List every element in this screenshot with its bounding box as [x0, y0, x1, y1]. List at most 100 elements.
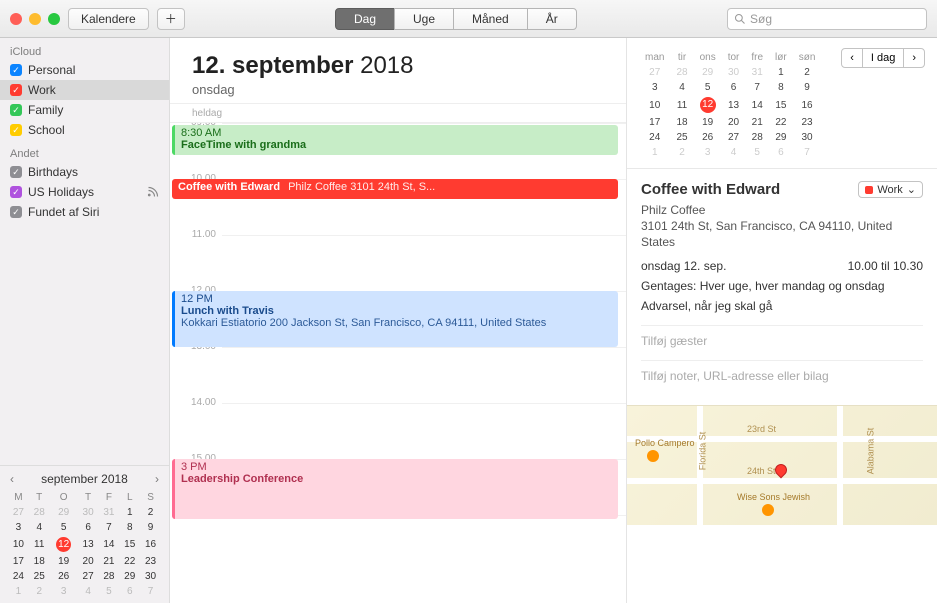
event-location[interactable]: Philz Coffee 3101 24th St, San Francisco… [641, 202, 923, 251]
mini-next-button[interactable]: › [153, 472, 161, 486]
today-button[interactable]: I dag [862, 48, 904, 68]
minimize-icon[interactable] [29, 13, 41, 25]
mini-day[interactable]: 27 [722, 130, 746, 145]
event-map[interactable]: 23rd St 24th St Alabama St Florida St Po… [627, 405, 937, 525]
mini-day[interactable]: 3 [8, 520, 29, 535]
mini-day[interactable]: 6 [119, 584, 140, 599]
mini-day[interactable]: 30 [793, 130, 822, 145]
mini-day[interactable]: 7 [745, 80, 769, 95]
mini-day[interactable]: 17 [639, 115, 670, 130]
mini-day[interactable]: 14 [99, 535, 120, 554]
close-icon[interactable] [10, 13, 22, 25]
mini-day[interactable]: 21 [745, 115, 769, 130]
mini-day[interactable]: 24 [8, 569, 29, 584]
mini-day[interactable]: 1 [119, 505, 140, 520]
sidebar-item-birthdays[interactable]: ✓Birthdays [0, 162, 169, 182]
search-input[interactable]: Søg [727, 8, 927, 30]
sidebar-item-work[interactable]: ✓Work [0, 80, 169, 100]
mini-day[interactable]: 30 [78, 505, 99, 520]
mini-day[interactable]: 20 [722, 115, 746, 130]
mini-day[interactable]: 2 [140, 505, 161, 520]
calendars-button[interactable]: Kalendere [68, 8, 149, 30]
mini-day[interactable]: 25 [29, 569, 50, 584]
mini-day[interactable]: 14 [745, 95, 769, 115]
event-title[interactable]: Coffee with Edward [641, 181, 780, 198]
mini-day[interactable]: 8 [769, 80, 793, 95]
view-week[interactable]: Uge [394, 8, 454, 30]
mini-day[interactable]: 30 [722, 65, 746, 80]
view-month[interactable]: Måned [453, 8, 528, 30]
mini-day[interactable]: 6 [769, 145, 793, 160]
mini-day[interactable]: 29 [769, 130, 793, 145]
mini-day[interactable]: 28 [745, 130, 769, 145]
mini-day[interactable]: 4 [29, 520, 50, 535]
insp-next-button[interactable]: › [903, 48, 925, 68]
mini-day[interactable]: 27 [78, 569, 99, 584]
fullscreen-icon[interactable] [48, 13, 60, 25]
mini-day[interactable]: 16 [140, 535, 161, 554]
mini-day[interactable]: 22 [119, 554, 140, 569]
mini-day[interactable]: 5 [99, 584, 120, 599]
mini-day[interactable]: 11 [670, 95, 693, 115]
mini-day[interactable]: 1 [8, 584, 29, 599]
mini-day[interactable]: 18 [29, 554, 50, 569]
mini-day[interactable]: 15 [119, 535, 140, 554]
mini-day[interactable]: 2 [29, 584, 50, 599]
calendar-checkbox[interactable]: ✓ [10, 64, 22, 76]
add-event-button[interactable]: ＋ [157, 8, 185, 30]
mini-day[interactable]: 12 [694, 95, 722, 115]
mini-day[interactable]: 4 [722, 145, 746, 160]
mini-day[interactable]: 6 [722, 80, 746, 95]
mini-day[interactable]: 3 [694, 145, 722, 160]
mini-day[interactable]: 26 [50, 569, 78, 584]
mini-day[interactable]: 31 [745, 65, 769, 80]
mini-day[interactable]: 29 [694, 65, 722, 80]
mini-day[interactable]: 1 [769, 65, 793, 80]
mini-day[interactable]: 5 [50, 520, 78, 535]
mini-day[interactable]: 1 [639, 145, 670, 160]
event-block[interactable]: 8:30 AMFaceTime with grandma [172, 125, 618, 155]
add-guests-field[interactable]: Tilføj gæster [641, 334, 923, 348]
calendar-picker[interactable]: Work ⌄ [858, 181, 923, 198]
mini-day[interactable]: 9 [793, 80, 822, 95]
mini-day[interactable]: 29 [119, 569, 140, 584]
mini-day[interactable]: 22 [769, 115, 793, 130]
mini-day[interactable]: 10 [639, 95, 670, 115]
mini-day[interactable]: 25 [670, 130, 693, 145]
mini-day[interactable]: 28 [670, 65, 693, 80]
mini-day[interactable]: 8 [119, 520, 140, 535]
mini-day[interactable]: 4 [670, 80, 693, 95]
allday-row[interactable]: heldag [170, 103, 626, 123]
mini-day[interactable]: 19 [694, 115, 722, 130]
event-block[interactable]: Coffee with EdwardPhilz Coffee 3101 24th… [172, 179, 618, 199]
event-alert[interactable]: Advarsel, når jeg skal gå [641, 299, 923, 313]
mini-day[interactable]: 9 [140, 520, 161, 535]
mini-day[interactable]: 20 [78, 554, 99, 569]
event-block[interactable]: 3 PMLeadership Conference [172, 459, 618, 519]
event-block[interactable]: 12 PMLunch with TravisKokkari Estiatorio… [172, 291, 618, 347]
mini-day[interactable]: 6 [78, 520, 99, 535]
mini-day[interactable]: 3 [50, 584, 78, 599]
mini-day[interactable]: 12 [50, 535, 78, 554]
mini-day[interactable]: 11 [29, 535, 50, 554]
mini-day[interactable]: 2 [670, 145, 693, 160]
sidebar-item-school[interactable]: ✓School [0, 120, 169, 140]
mini-day[interactable]: 2 [793, 65, 822, 80]
mini-day[interactable]: 29 [50, 505, 78, 520]
mini-day[interactable]: 16 [793, 95, 822, 115]
view-day[interactable]: Dag [335, 8, 395, 30]
mini-day[interactable]: 17 [8, 554, 29, 569]
mini-day[interactable]: 10 [8, 535, 29, 554]
calendar-checkbox[interactable]: ✓ [10, 186, 22, 198]
mini-day[interactable]: 7 [140, 584, 161, 599]
mini-day[interactable]: 27 [639, 65, 670, 80]
mini-day[interactable]: 31 [99, 505, 120, 520]
mini-day[interactable]: 27 [8, 505, 29, 520]
mini-day[interactable]: 7 [99, 520, 120, 535]
event-repeat[interactable]: Gentages: Hver uge, hver mandag og onsda… [641, 279, 923, 293]
mini-day[interactable]: 15 [769, 95, 793, 115]
mini-day[interactable]: 3 [639, 80, 670, 95]
insp-prev-button[interactable]: ‹ [841, 48, 863, 68]
mini-day[interactable]: 23 [140, 554, 161, 569]
mini-day[interactable]: 7 [793, 145, 822, 160]
